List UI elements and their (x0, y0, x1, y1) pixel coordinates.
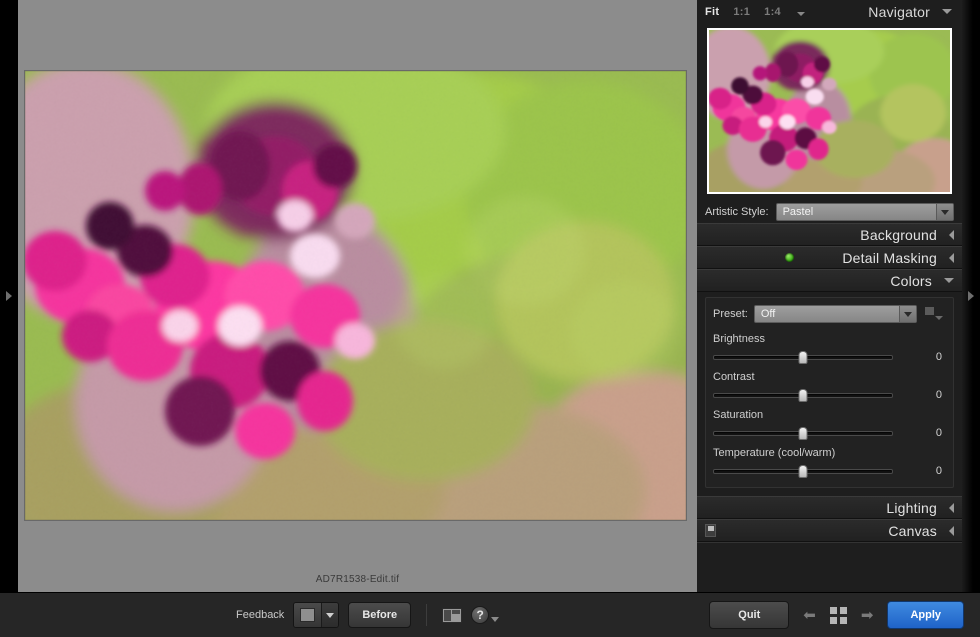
section-header-colors[interactable]: Colors (697, 269, 962, 292)
slider-row-brightness: 0 (713, 350, 946, 364)
help-icon[interactable]: ? (471, 606, 489, 624)
preset-label: Preset: (713, 308, 748, 320)
detail-masking-disclosure-icon[interactable] (949, 253, 954, 263)
navigator-header: Fit 1:1 1:4 Navigator (697, 0, 962, 23)
zoom-1-1-button[interactable]: 1:1 (733, 6, 750, 18)
slider-value-temperature[interactable]: 0 (936, 465, 946, 477)
slider-value-saturation[interactable]: 0 (936, 427, 946, 439)
help-menu-button[interactable]: ? (471, 606, 499, 624)
artistic-style-row: Artistic Style: Pastel (697, 201, 962, 223)
app-window: AD7R1538-Edit.tif Fit 1:1 1:4 Navigator (0, 0, 980, 637)
right-panel-expander[interactable] (962, 0, 980, 592)
slider-track-temperature[interactable] (713, 464, 893, 478)
slider-label-saturation: Saturation (713, 409, 946, 421)
colors-inset: Preset: Off Brightness (705, 297, 954, 488)
previous-image-arrow-icon[interactable]: ⬅ (803, 606, 816, 624)
view-mode-icon[interactable] (294, 603, 321, 627)
zoom-fit-button[interactable]: Fit (705, 6, 719, 18)
slider-temperature: Temperature (cool/warm) 0 (713, 447, 946, 478)
preset-actions-menu-button[interactable] (924, 305, 946, 323)
help-chevron-down-icon[interactable] (491, 617, 499, 622)
bottom-toolbar: Feedback Before ? Quit ⬅ ➡ Apply (0, 592, 980, 637)
section-title-lighting: Lighting (886, 500, 937, 516)
slider-track-brightness[interactable] (713, 350, 893, 364)
left-panel-expander[interactable] (0, 0, 18, 592)
slider-track-contrast[interactable] (713, 388, 893, 402)
slider-knob-contrast[interactable] (799, 389, 808, 402)
colors-disclosure-icon[interactable] (944, 278, 954, 283)
slider-row-saturation: 0 (713, 426, 946, 440)
section-header-canvas[interactable]: Canvas (697, 519, 962, 542)
slider-brightness: Brightness 0 (713, 333, 946, 364)
navigator-thumbnail-container[interactable] (706, 27, 953, 195)
slider-knob-brightness[interactable] (799, 351, 808, 364)
preset-menu-chevron-down-icon (935, 316, 943, 320)
apply-button[interactable]: Apply (887, 601, 964, 629)
zoom-level-group: Fit 1:1 1:4 (705, 6, 805, 18)
section-title-colors: Colors (890, 273, 932, 289)
preset-row: Preset: Off (713, 304, 946, 324)
navigator-thumbnail-render (709, 30, 950, 192)
navigator-title: Navigator (868, 4, 930, 20)
slider-row-temperature: 0 (713, 464, 946, 478)
background-disclosure-icon[interactable] (949, 230, 954, 240)
slider-label-brightness: Brightness (713, 333, 946, 345)
preset-select[interactable]: Off (754, 305, 917, 323)
artistic-style-value: Pastel (783, 206, 814, 218)
section-title-background: Background (860, 227, 937, 243)
toolbar-left-group: Feedback Before ? (236, 602, 499, 628)
preset-menu-icon (925, 307, 934, 315)
section-header-detail-masking[interactable]: Detail Masking (697, 246, 962, 269)
quit-button[interactable]: Quit (709, 601, 789, 629)
slider-label-contrast: Contrast (713, 371, 946, 383)
section-title-detail-masking: Detail Masking (842, 250, 937, 266)
slider-track-saturation[interactable] (713, 426, 893, 440)
slider-knob-temperature[interactable] (799, 465, 808, 478)
preset-chevron-down-icon[interactable] (899, 306, 916, 322)
zoom-1-4-button[interactable]: 1:4 (764, 6, 781, 18)
view-mode-chevron-down-icon[interactable] (321, 603, 338, 627)
panel-empty-space (697, 542, 962, 568)
image-canvas-area[interactable]: AD7R1538-Edit.tif (18, 0, 697, 592)
toolbar-right-group: Quit ⬅ ➡ Apply (709, 601, 964, 629)
artistic-style-select[interactable]: Pastel (776, 203, 954, 221)
next-image-arrow-icon[interactable]: ➡ (861, 606, 874, 624)
preview-image[interactable] (25, 71, 686, 520)
compare-layout-icon[interactable] (442, 608, 462, 623)
canvas-swatch-icon[interactable] (705, 524, 716, 537)
chevron-right-edge-icon (968, 291, 974, 301)
section-title-canvas: Canvas (888, 523, 937, 539)
colors-section-body: Preset: Off Brightness (697, 292, 962, 496)
navigator-disclosure-icon[interactable] (942, 9, 952, 14)
slider-saturation: Saturation 0 (713, 409, 946, 440)
canvas-disclosure-icon[interactable] (949, 526, 954, 536)
chevron-right-icon (6, 291, 12, 301)
artistic-style-label: Artistic Style: (705, 206, 769, 218)
toolbar-divider (426, 604, 427, 626)
section-header-lighting[interactable]: Lighting (697, 496, 962, 519)
slider-value-contrast[interactable]: 0 (936, 389, 946, 401)
slider-knob-saturation[interactable] (799, 427, 808, 440)
adjustments-panel: Fit 1:1 1:4 Navigator (697, 0, 962, 592)
filename-label: AD7R1538-Edit.tif (18, 574, 697, 585)
navigator-thumbnail[interactable] (707, 28, 952, 194)
detail-masking-enabled-indicator-icon[interactable] (785, 253, 794, 262)
grid-view-icon[interactable] (830, 607, 847, 624)
slider-row-contrast: 0 (713, 388, 946, 402)
zoom-more-chevron-down-icon[interactable] (797, 12, 805, 16)
section-header-background[interactable]: Background (697, 223, 962, 246)
lighting-disclosure-icon[interactable] (949, 503, 954, 513)
feedback-label[interactable]: Feedback (236, 609, 284, 621)
slider-contrast: Contrast 0 (713, 371, 946, 402)
preview-image-render (25, 71, 686, 520)
view-mode-split-button[interactable] (293, 602, 339, 628)
slider-label-temperature: Temperature (cool/warm) (713, 447, 946, 459)
artistic-style-chevron-down-icon[interactable] (936, 204, 953, 220)
before-button[interactable]: Before (348, 602, 411, 628)
preset-value: Off (761, 308, 775, 320)
slider-value-brightness[interactable]: 0 (936, 351, 946, 363)
